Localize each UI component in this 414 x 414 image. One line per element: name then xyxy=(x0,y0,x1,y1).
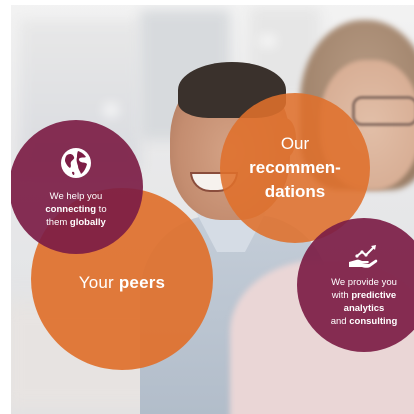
peers-label-regular: Your xyxy=(78,273,119,292)
analytics-text: We provide you with predictive analytics… xyxy=(331,276,398,328)
ceiling-light xyxy=(260,36,276,46)
analytics-text-line2: with predictive xyxy=(331,289,398,302)
analytics-text-bold: consulting xyxy=(349,316,398,327)
woman-glasses xyxy=(352,96,414,126)
global-text-rest: to xyxy=(96,203,107,215)
analytics-text-bold: analytics xyxy=(343,303,385,314)
analytics-text-rest: with xyxy=(331,290,352,301)
peers-label: Your peers xyxy=(79,273,165,293)
analytics-text-line4: and consulting xyxy=(331,315,398,328)
hero-image: Your peers Our recommen- dations We help… xyxy=(0,0,414,414)
frame-border-left xyxy=(0,0,11,414)
frame-border-top xyxy=(0,0,414,5)
ceiling-light xyxy=(104,104,118,116)
global-text-rest: them xyxy=(46,216,70,228)
global-text: We help you connecting to them globally xyxy=(45,190,106,229)
peers-label-bold: peers xyxy=(118,273,166,292)
analytics-text-line1: We provide you xyxy=(331,277,397,288)
global-circle: We help you connecting to them globally xyxy=(9,120,143,254)
global-text-line1: We help you xyxy=(49,190,103,202)
recommendations-line3: dations xyxy=(264,182,326,201)
hand-chart-icon xyxy=(349,245,378,268)
global-text-line2: connecting to xyxy=(45,203,106,216)
analytics-text-rest: and xyxy=(330,316,350,327)
analytics-text-bold: predictive xyxy=(351,290,397,301)
recommendations-label: Our recommen- dations xyxy=(249,132,341,204)
recommendations-line1: Our xyxy=(280,134,310,153)
global-text-bold: connecting xyxy=(45,203,97,215)
analytics-text-line3: analytics xyxy=(331,302,398,315)
global-text-bold: globally xyxy=(69,216,106,228)
recommendations-line2: recommen- xyxy=(249,158,341,177)
global-text-line3: them globally xyxy=(45,216,106,229)
globe-icon xyxy=(61,147,91,178)
